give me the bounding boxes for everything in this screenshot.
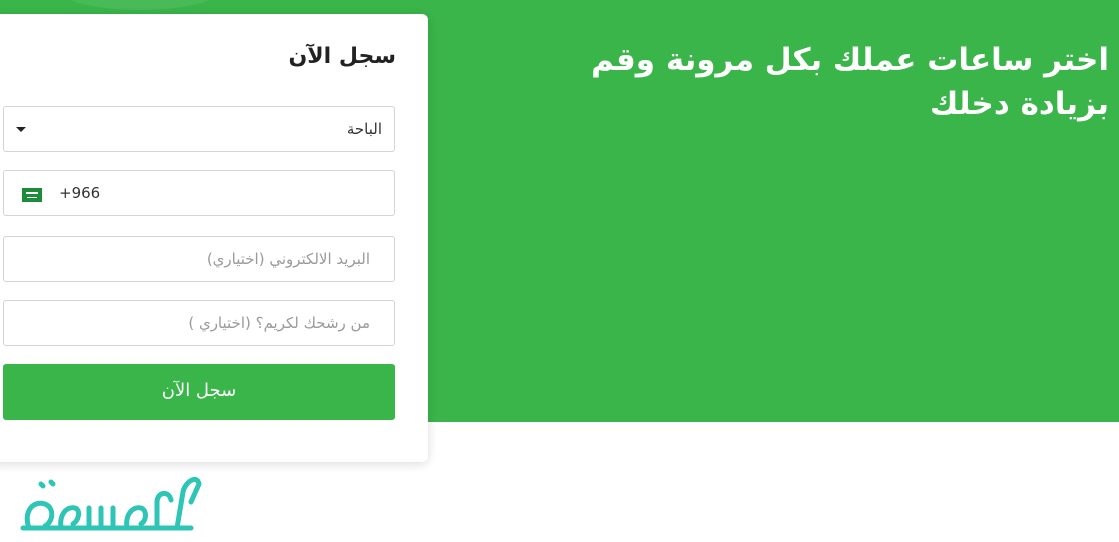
email-field	[3, 236, 395, 282]
hero-decoration	[60, 0, 220, 10]
flag-inscription	[26, 192, 38, 194]
register-button[interactable]: سجل الآن	[3, 364, 395, 420]
region-select-value: الباحة	[346, 120, 382, 138]
caret-down-icon	[16, 127, 26, 132]
referral-field	[3, 300, 395, 346]
signup-card: سجل الآن الباحة +966 سجل الآن	[0, 14, 428, 462]
region-select[interactable]: الباحة	[3, 106, 395, 152]
flag-sword	[27, 197, 37, 198]
country-dial-code: +966	[59, 184, 101, 202]
phone-field[interactable]: +966	[3, 170, 395, 216]
signup-title: سجل الآن	[288, 44, 397, 69]
page: اختر ساعات عملك بكل مرونة وقم بزيادة دخل…	[0, 0, 1119, 542]
hero-headline: اختر ساعات عملك بكل مرونة وقم بزيادة دخل…	[591, 42, 1109, 122]
mawsoah-logo	[20, 477, 202, 531]
email-input[interactable]	[4, 237, 394, 281]
saudi-arabia-flag-icon[interactable]	[22, 188, 42, 202]
referral-input[interactable]	[4, 301, 394, 345]
